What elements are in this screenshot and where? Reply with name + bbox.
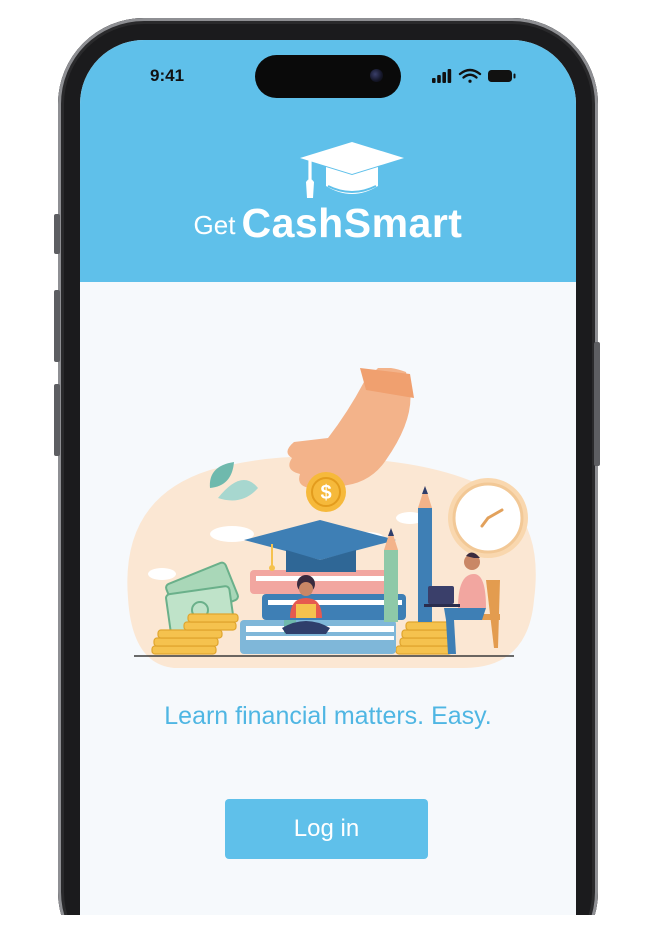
phone-action-button xyxy=(54,214,60,254)
image-bottom-edge xyxy=(0,915,652,947)
coin-icon: $ xyxy=(306,472,346,512)
books-stack-icon xyxy=(240,570,406,654)
phone-power-button xyxy=(594,342,600,466)
graduation-cap-icon xyxy=(300,142,404,198)
status-time: 9:41 xyxy=(150,66,185,85)
main-content: $ Learn financial matters. Easy. Log in xyxy=(80,282,576,947)
cellular-signal-icon xyxy=(432,69,452,83)
coin-symbol: $ xyxy=(320,482,331,504)
phone-volume-up-button xyxy=(54,290,60,362)
wifi-icon xyxy=(458,68,482,83)
finance-education-illustration: $ xyxy=(127,368,536,668)
app-header: 9:41 Get CashSmart xyxy=(80,40,576,282)
front-camera-icon xyxy=(370,69,383,82)
tagline: Learn financial matters. Easy. xyxy=(164,702,492,730)
clock-icon xyxy=(448,478,528,558)
logo-prefix: Get xyxy=(193,210,236,240)
status-icons xyxy=(432,68,516,83)
login-button[interactable]: Log in xyxy=(225,799,428,859)
app-logo: Get CashSmart xyxy=(80,200,576,247)
logo-name: CashSmart xyxy=(241,200,463,246)
stage: 9:41 Get CashSmart $ Learn financial mat… xyxy=(0,0,652,947)
phone-volume-down-button xyxy=(54,384,60,456)
battery-icon xyxy=(488,70,516,82)
dynamic-island xyxy=(255,55,401,98)
phone-screen: 9:41 Get CashSmart $ Learn financial mat… xyxy=(80,40,576,947)
